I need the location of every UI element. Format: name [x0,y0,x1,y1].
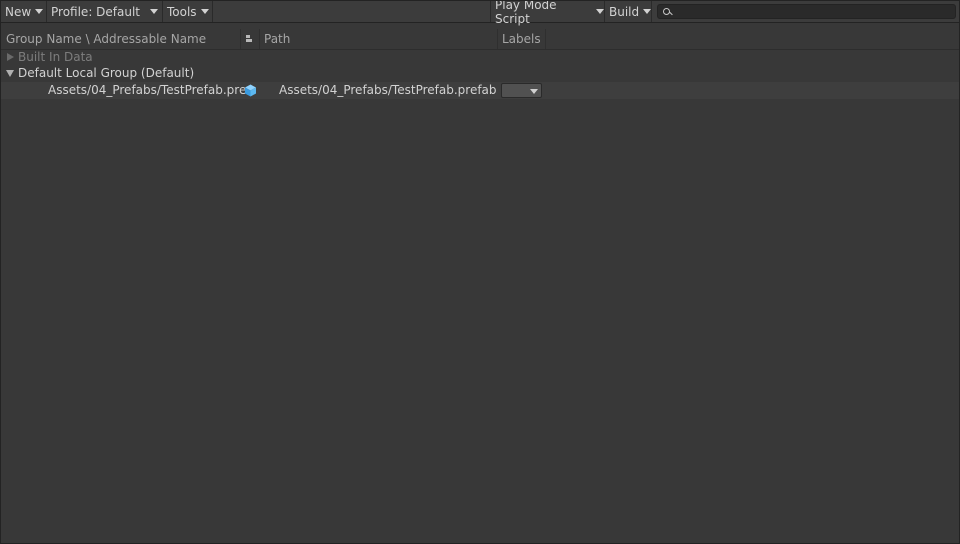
column-name-label: Group Name \ Addressable Name [6,32,207,46]
new-dropdown[interactable]: New [1,1,47,22]
profile-label: Profile: Default [51,4,141,19]
group-name: Built In Data [18,50,93,64]
new-label: New [5,4,32,19]
entry-address: Assets/04_Prefabs/TestPrefab.pre [48,83,247,97]
column-divider[interactable] [240,29,241,49]
tools-label: Tools [167,4,197,19]
column-path[interactable]: Path [260,29,497,49]
chevron-down-icon [35,9,44,14]
build-dropdown[interactable]: Build [605,1,652,22]
play-mode-script-dropdown[interactable]: Play Mode Script [490,1,605,26]
column-name[interactable]: Group Name \ Addressable Name [2,29,240,49]
column-labels-label: Labels [502,32,541,46]
build-label: Build [609,4,640,19]
labels-dropdown[interactable] [501,83,542,98]
column-divider[interactable] [545,29,546,49]
chevron-down-icon [643,9,652,14]
group-row[interactable]: Built In Data [1,49,959,66]
toolbar: New Profile: Default Tools Play Mode Scr… [1,1,959,26]
profile-dropdown[interactable]: Profile: Default [47,1,163,22]
column-path-label: Path [264,32,291,46]
chevron-down-icon [150,9,158,14]
column-labels[interactable]: Labels [498,29,545,49]
prefab-cube-icon [245,84,256,97]
group-name: Default Local Group (Default) [18,66,195,80]
entry-path: Assets/04_Prefabs/TestPrefab.prefab [279,83,497,97]
chevron-down-icon [596,9,604,14]
expand-arrow-icon[interactable] [7,53,14,61]
tools-dropdown[interactable]: Tools [163,1,213,22]
entry-row[interactable]: Assets/04_Prefabs/TestPrefab.pre Assets/… [1,82,959,99]
addressables-groups-window: New Profile: Default Tools Play Mode Scr… [0,0,960,544]
collapse-arrow-icon[interactable] [6,70,14,77]
group-row[interactable]: Default Local Group (Default) [1,65,959,82]
search-input[interactable] [676,5,951,18]
play-mode-label: Play Mode Script [495,0,557,26]
chevron-down-icon [530,89,538,94]
search-icon-handle [669,11,673,16]
column-header: Group Name \ Addressable Name Path Label… [1,29,959,50]
search-field[interactable] [657,4,956,19]
sort-icon[interactable] [244,33,254,45]
chevron-down-icon [200,9,209,14]
